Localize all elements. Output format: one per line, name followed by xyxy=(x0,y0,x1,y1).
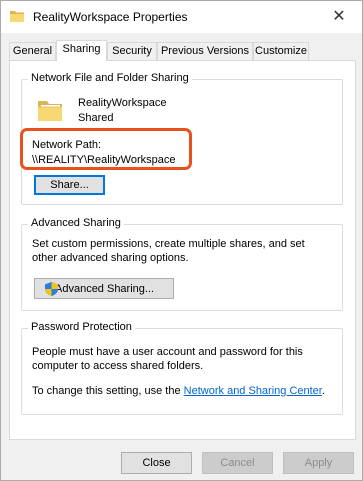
password-change-suffix: . xyxy=(321,385,325,397)
cancel-button[interactable]: Cancel xyxy=(202,452,273,474)
tab-strip: General Sharing Security Previous Versio… xyxy=(9,40,357,61)
advanced-sharing-button-label: Advanced Sharing... xyxy=(55,282,155,295)
apply-button[interactable]: Apply xyxy=(283,452,354,474)
advanced-sharing-group-label: Advanced Sharing xyxy=(28,217,124,229)
close-button[interactable]: Close xyxy=(121,452,192,474)
network-sharing-group-label: Network File and Folder Sharing xyxy=(28,72,192,84)
password-protection-group-label: Password Protection xyxy=(28,321,135,333)
password-change-prefix: To change this setting, use the xyxy=(32,385,181,397)
folder-icon xyxy=(38,101,62,121)
tab-sharing[interactable]: Sharing xyxy=(56,40,107,61)
uac-shield-icon xyxy=(45,282,58,296)
tab-customize[interactable]: Customize xyxy=(253,42,309,61)
properties-window: RealityWorkspace Properties ✕ General Sh… xyxy=(0,0,363,481)
advanced-sharing-description: Set custom permissions, create multiple … xyxy=(32,238,305,264)
password-protection-description: People must have a user account and pass… xyxy=(32,346,303,372)
password-change-line: To change this setting, use the Network … xyxy=(32,384,325,398)
title-bar[interactable]: RealityWorkspace Properties ✕ xyxy=(1,1,362,33)
window-title: RealityWorkspace Properties xyxy=(33,10,188,24)
tab-previous-versions[interactable]: Previous Versions xyxy=(157,42,253,61)
folder-icon xyxy=(10,11,24,22)
folder-name: RealityWorkspace xyxy=(78,97,167,109)
tab-security[interactable]: Security xyxy=(107,42,157,61)
share-button[interactable]: Share... xyxy=(34,175,105,195)
close-icon[interactable]: ✕ xyxy=(330,8,348,26)
network-sharing-center-link[interactable]: Network and Sharing Center xyxy=(184,385,322,397)
folder-share-status: Shared xyxy=(78,112,114,124)
tab-general[interactable]: General xyxy=(9,42,56,61)
highlight-annotation xyxy=(20,128,192,170)
advanced-sharing-button[interactable]: Advanced Sharing... xyxy=(34,278,174,299)
